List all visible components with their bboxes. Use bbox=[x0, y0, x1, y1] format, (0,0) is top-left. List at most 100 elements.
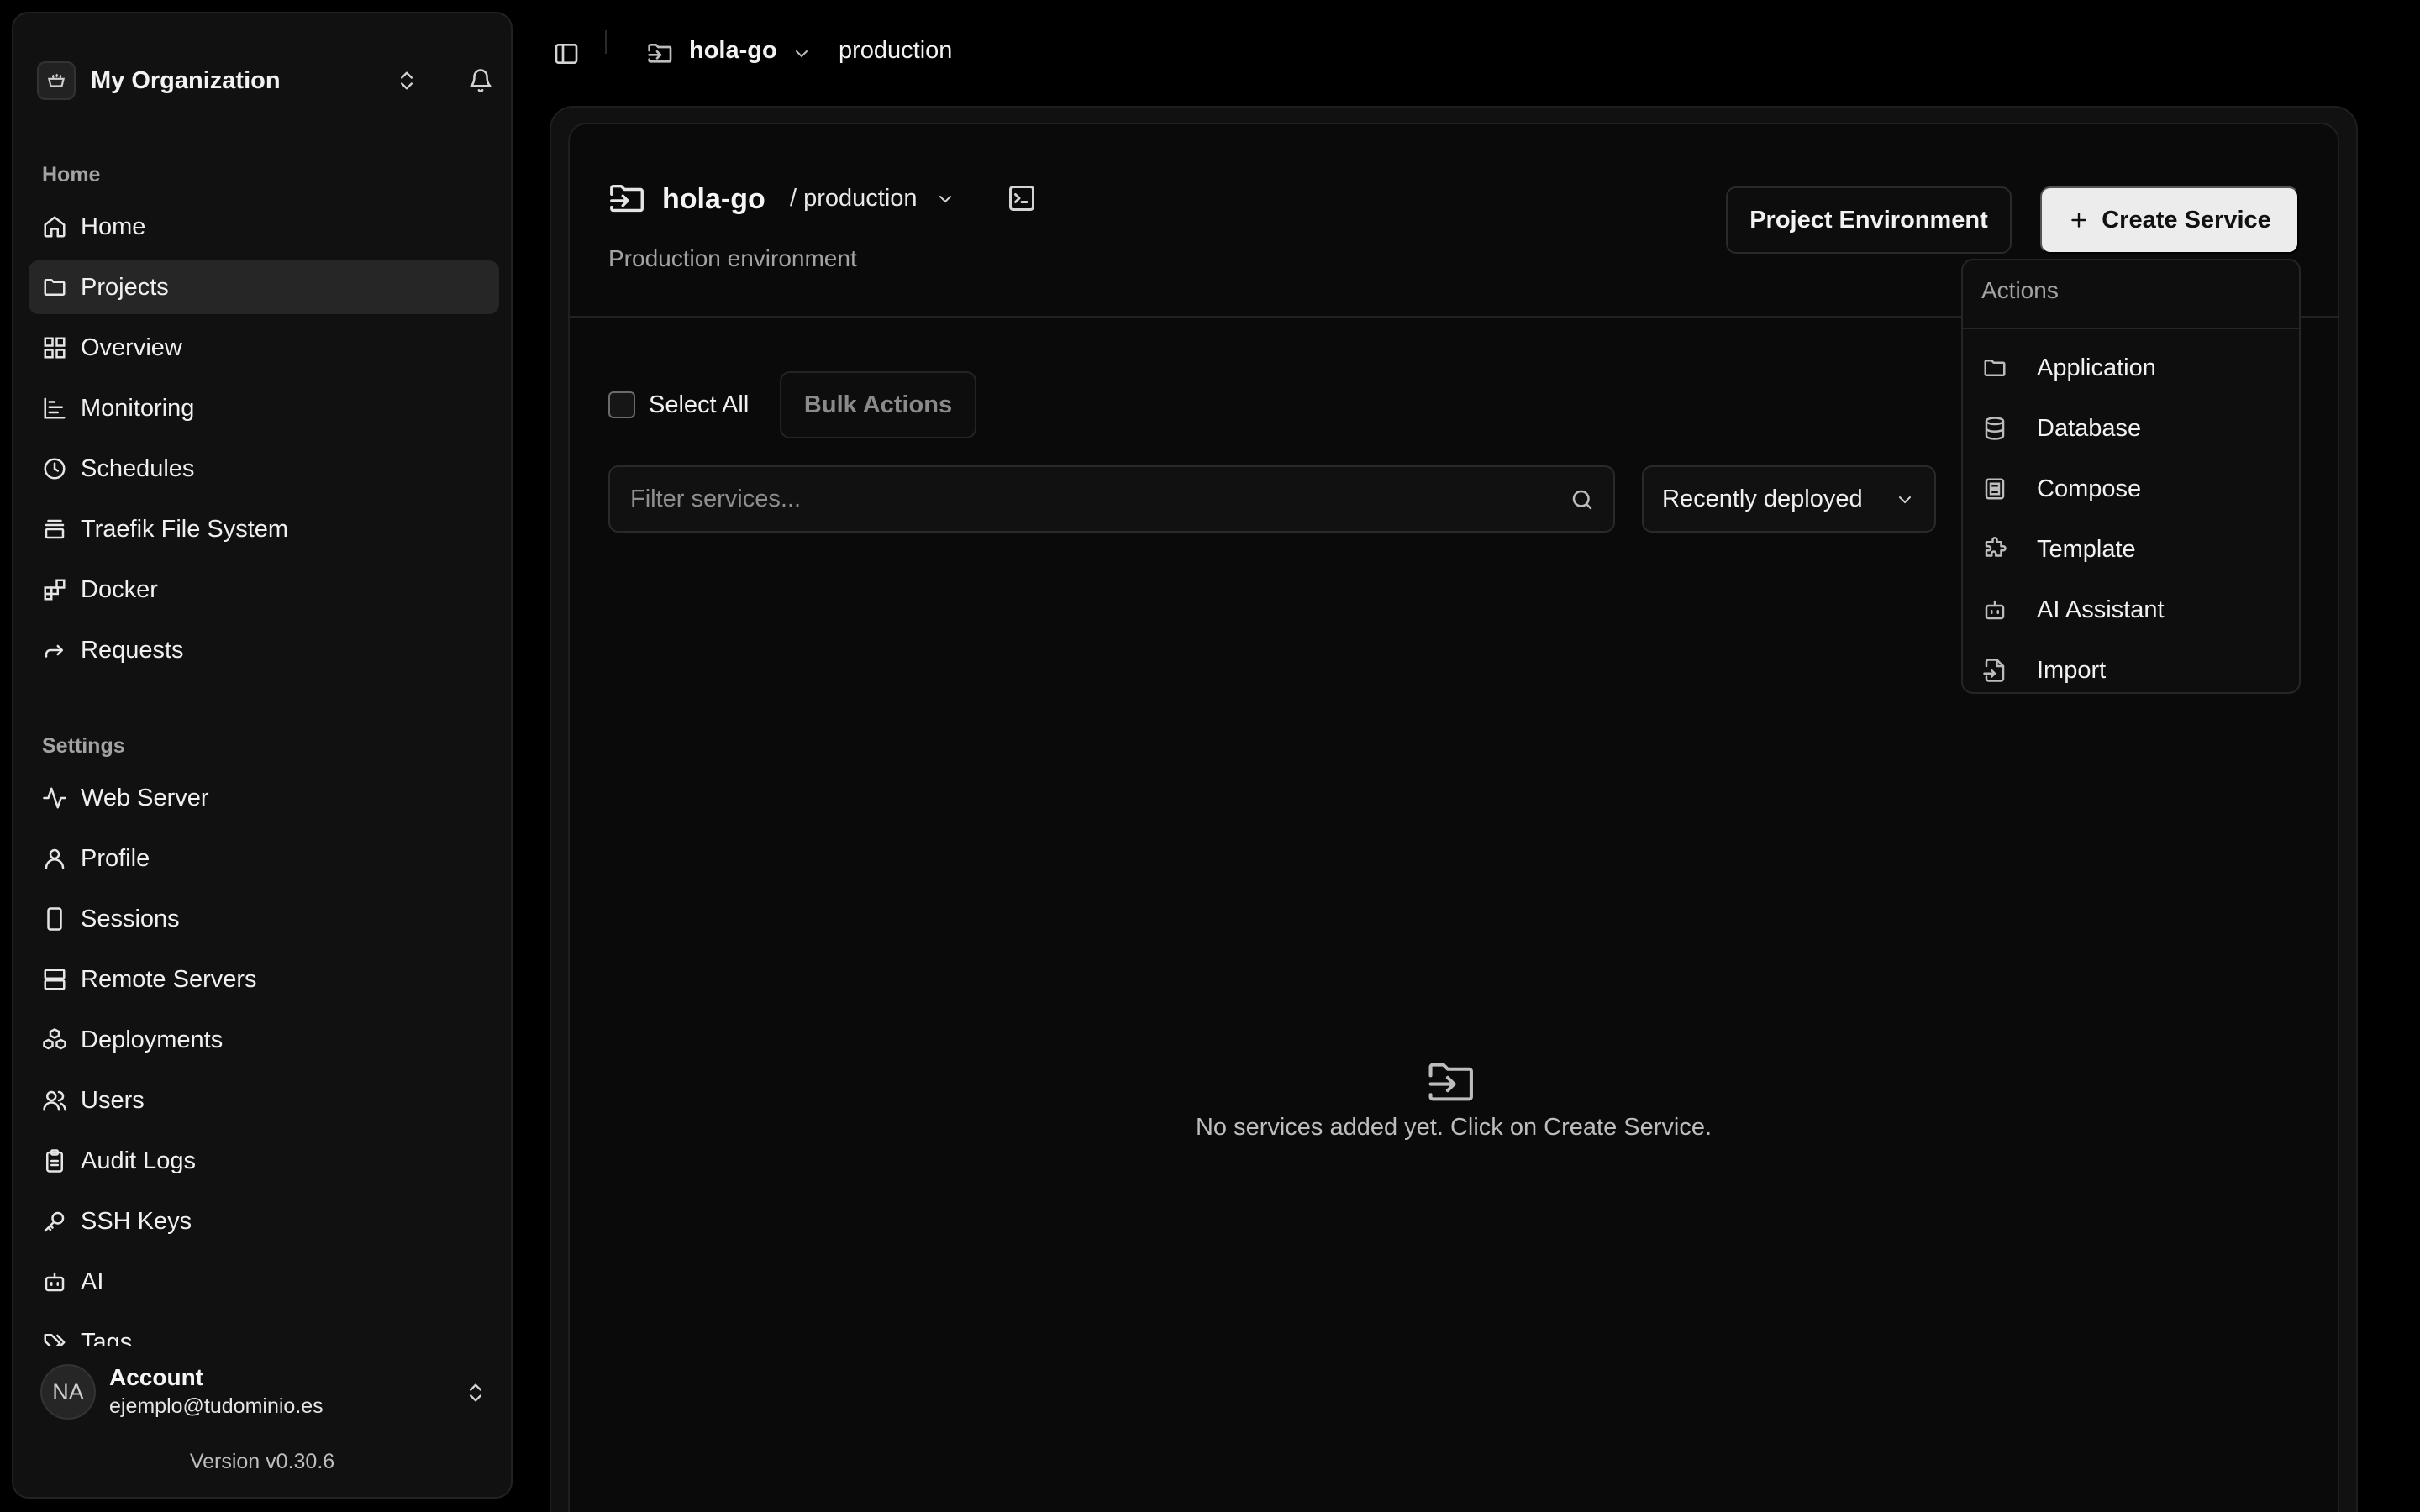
sidebar-item-label: Remote Servers bbox=[81, 965, 257, 993]
sidebar: My Organization Home Home Projects Overv… bbox=[12, 12, 513, 1499]
server-icon bbox=[40, 965, 69, 994]
folder-icon bbox=[40, 273, 69, 302]
sidebar-item-label: Traefik File System bbox=[81, 515, 289, 543]
sidebar-toggle-icon[interactable] bbox=[551, 39, 581, 69]
sidebar-item-label: Audit Logs bbox=[81, 1147, 197, 1174]
project-environment-button[interactable]: Project Environment bbox=[1726, 186, 2012, 254]
sidebar-item-sessions[interactable]: Sessions bbox=[29, 892, 499, 946]
menu-item-label: AI Assistant bbox=[2037, 596, 2165, 623]
sidebar-item-label: Monitoring bbox=[81, 394, 195, 422]
menu-separator bbox=[1963, 328, 2299, 329]
menu-item-ai-assistant[interactable]: AI Assistant bbox=[1968, 583, 2296, 637]
sidebar-item-requests[interactable]: Requests bbox=[29, 623, 499, 677]
sidebar-item-monitoring[interactable]: Monitoring bbox=[29, 381, 499, 435]
bulk-actions-button[interactable]: Bulk Actions bbox=[780, 371, 976, 438]
sidebar-item-remote-servers[interactable]: Remote Servers bbox=[29, 953, 499, 1006]
bot-icon bbox=[1980, 595, 2010, 625]
sidebar-item-traefik[interactable]: Traefik File System bbox=[29, 502, 499, 556]
key-icon bbox=[40, 1207, 69, 1236]
menu-item-label: Import bbox=[2037, 656, 2107, 684]
select-all-label[interactable]: Select All bbox=[649, 391, 749, 419]
sidebar-item-label: Web Server bbox=[81, 784, 209, 811]
sidebar-item-docker[interactable]: Docker bbox=[29, 563, 499, 617]
breadcrumb-environment[interactable]: production bbox=[839, 37, 952, 65]
file-import-icon bbox=[1980, 655, 2010, 685]
sidebar-item-label: Sessions bbox=[81, 905, 180, 932]
menu-item-label: Application bbox=[2037, 354, 2156, 381]
boxes-icon bbox=[40, 1026, 69, 1054]
menu-item-import[interactable]: Import bbox=[1968, 643, 2296, 697]
create-service-menu: Actions Application Database Compose Tem… bbox=[1961, 259, 2301, 694]
sort-select-value: Recently deployed bbox=[1662, 485, 1863, 512]
menu-item-template[interactable]: Template bbox=[1968, 522, 2296, 576]
blocks-icon bbox=[40, 575, 69, 604]
chevron-down-icon[interactable] bbox=[790, 42, 813, 66]
org-switcher[interactable]: My Organization bbox=[37, 47, 492, 114]
sidebar-item-label: SSH Keys bbox=[81, 1207, 192, 1235]
account-email: ejemplo@tudominio.es bbox=[109, 1394, 324, 1418]
activity-icon bbox=[40, 784, 69, 812]
sidebar-item-home[interactable]: Home bbox=[29, 200, 499, 254]
chevron-down-icon[interactable] bbox=[933, 186, 958, 212]
create-service-label: Create Service bbox=[2102, 206, 2271, 234]
grid-icon bbox=[40, 333, 69, 362]
sidebar-item-label: Requests bbox=[81, 636, 184, 664]
search-icon bbox=[1568, 486, 1597, 514]
plus-icon bbox=[2068, 209, 2090, 231]
sidebar-item-label: Schedules bbox=[81, 454, 195, 482]
folder-input-icon bbox=[1425, 1058, 1479, 1105]
clipboard-icon bbox=[40, 1147, 69, 1175]
users-icon bbox=[40, 1086, 69, 1115]
empty-state-message: No services added yet. Click on Create S… bbox=[1195, 1114, 1712, 1141]
breadcrumb-project[interactable]: hola-go bbox=[689, 37, 777, 65]
menu-title: Actions bbox=[1981, 277, 2059, 303]
sidebar-item-label: Home bbox=[81, 213, 146, 240]
sidebar-item-ssh-keys[interactable]: SSH Keys bbox=[29, 1194, 499, 1248]
database-icon bbox=[1980, 413, 2010, 444]
sidebar-item-label: Users bbox=[81, 1086, 145, 1114]
version-label: Version v0.30.6 bbox=[189, 1450, 335, 1473]
chevrons-up-down-icon[interactable] bbox=[459, 1376, 492, 1410]
sort-select[interactable]: Recently deployed bbox=[1642, 465, 1936, 533]
sidebar-item-overview[interactable]: Overview bbox=[29, 321, 499, 375]
user-icon bbox=[40, 844, 69, 873]
sidebar-item-deployments[interactable]: Deployments bbox=[29, 1013, 499, 1067]
account-footer: NA Account ejemplo@tudominio.es Version … bbox=[13, 1346, 511, 1497]
section-settings-label: Settings bbox=[42, 734, 125, 758]
sidebar-item-label: Deployments bbox=[81, 1026, 224, 1053]
menu-item-label: Template bbox=[2037, 535, 2136, 563]
sidebar-item-users[interactable]: Users bbox=[29, 1074, 499, 1127]
bell-icon[interactable] bbox=[464, 64, 497, 97]
folder-icon bbox=[1980, 353, 2010, 383]
project-description: Production environment bbox=[608, 245, 857, 271]
menu-item-compose[interactable]: Compose bbox=[1968, 462, 2296, 516]
stack-icon bbox=[40, 515, 69, 543]
home-icon bbox=[40, 213, 69, 241]
menu-item-label: Compose bbox=[2037, 475, 2142, 502]
menu-item-label: Database bbox=[2037, 414, 2142, 442]
sidebar-item-web-server[interactable]: Web Server bbox=[29, 771, 499, 825]
clock-icon bbox=[40, 454, 69, 483]
select-all-checkbox[interactable] bbox=[608, 391, 635, 418]
project-title: hola-go bbox=[662, 183, 765, 215]
forward-icon bbox=[40, 636, 69, 664]
environment-selector[interactable]: / production bbox=[790, 185, 918, 213]
sidebar-item-schedules[interactable]: Schedules bbox=[29, 442, 499, 496]
avatar[interactable]: NA bbox=[40, 1364, 96, 1420]
terminal-icon[interactable] bbox=[1003, 180, 1040, 217]
menu-item-database[interactable]: Database bbox=[1968, 402, 2296, 455]
section-home-label: Home bbox=[42, 163, 101, 186]
chevrons-up-down-icon[interactable] bbox=[390, 64, 424, 97]
phone-icon bbox=[40, 905, 69, 933]
filter-services-input[interactable] bbox=[630, 467, 1538, 531]
menu-item-application[interactable]: Application bbox=[1968, 341, 2296, 395]
sidebar-item-ai[interactable]: AI bbox=[29, 1255, 499, 1309]
chevron-down-icon bbox=[1892, 487, 1918, 512]
sidebar-item-audit-logs[interactable]: Audit Logs bbox=[29, 1134, 499, 1188]
org-name: My Organization bbox=[91, 66, 281, 94]
sidebar-item-label: AI bbox=[81, 1268, 104, 1295]
create-service-button[interactable]: Create Service bbox=[2040, 186, 2299, 254]
sidebar-item-profile[interactable]: Profile bbox=[29, 832, 499, 885]
folder-input-icon bbox=[645, 39, 676, 69]
sidebar-item-projects[interactable]: Projects bbox=[29, 260, 499, 314]
